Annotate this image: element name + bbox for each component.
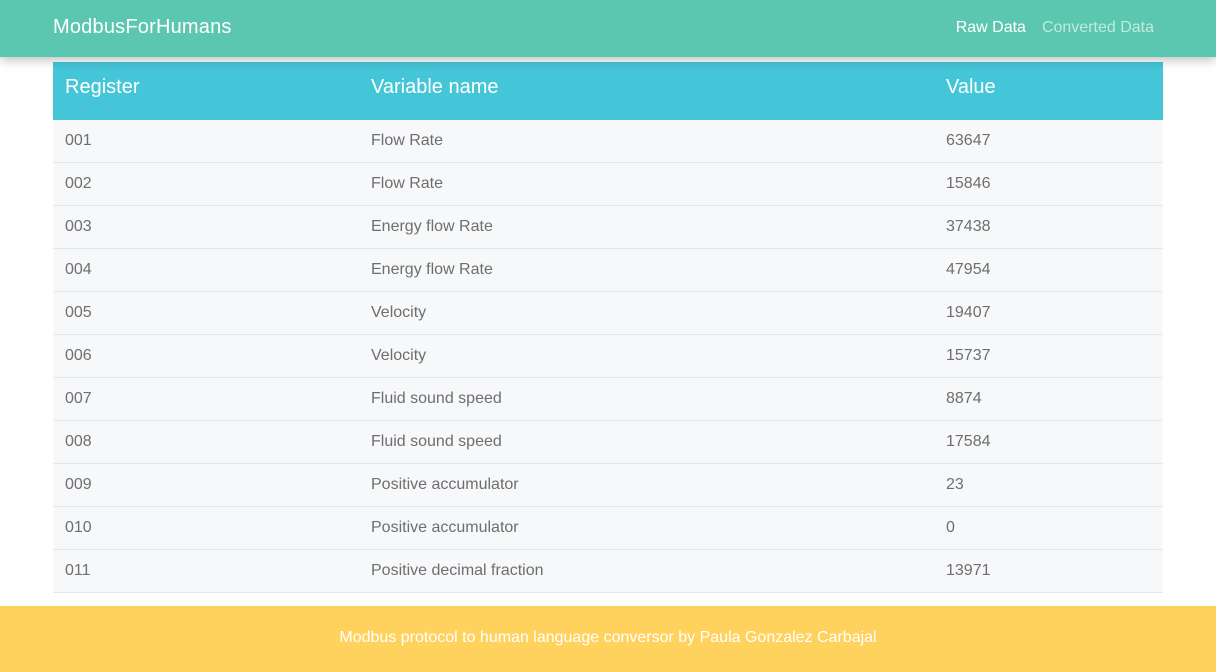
cell-register: 009: [65, 476, 92, 493]
table-row: 007 Fluid sound speed 8874: [53, 378, 1163, 421]
table-row: 008 Fluid sound speed 17584: [53, 421, 1163, 464]
cell-variable-name: Flow Rate: [371, 132, 444, 149]
cell-variable-name: Positive accumulator: [371, 476, 519, 493]
table-row: 001 Flow Rate 63647: [53, 120, 1163, 163]
cell-variable-name: Fluid sound speed: [371, 433, 502, 450]
table-body: 001 Flow Rate 63647 002 Flow Rate 15846 003 Ene…: [53, 120, 1163, 593]
cell-value: 37438: [946, 218, 991, 235]
cell-variable-name: Velocity: [371, 347, 427, 364]
table-row: 011 Positive decimal fraction 13971: [53, 550, 1163, 593]
table-row: 002 Flow Rate 15846: [53, 163, 1163, 206]
cell-register: 010: [65, 519, 92, 536]
cell-value: 15846: [946, 175, 991, 192]
cell-value: 63647: [946, 132, 991, 149]
table-row: 006 Velocity 15737: [53, 335, 1163, 378]
cell-value: 17584: [946, 433, 991, 450]
nav-link-converted-data[interactable]: Converted Data: [1042, 19, 1154, 37]
cell-variable-name: Fluid sound speed: [371, 390, 502, 407]
registers-table: Register Variable name Value 001 Flow Rat…: [53, 62, 1163, 606]
nav-link-raw-data[interactable]: Raw Data: [956, 19, 1026, 37]
header-variable-name: Variable name: [371, 76, 499, 98]
cell-value: 23: [946, 476, 964, 493]
cell-value: 0: [946, 519, 955, 536]
cell-value: 19407: [946, 304, 991, 321]
cell-variable-name: Energy flow Rate: [371, 218, 493, 235]
nav-links: Raw Data Converted Data: [956, 19, 1154, 37]
table-row: 004 Energy flow Rate 47954: [53, 249, 1163, 292]
cell-value: 8874: [946, 390, 982, 407]
cell-register: 001: [65, 132, 92, 149]
cell-value: 13971: [946, 562, 991, 579]
cell-variable-name: Energy flow Rate: [371, 261, 493, 278]
footer: Modbus protocol to human language conver…: [0, 606, 1216, 672]
cell-register: 002: [65, 175, 92, 192]
cell-register: 003: [65, 218, 92, 235]
header-register: Register: [65, 76, 140, 98]
table-row: 005 Velocity 19407: [53, 292, 1163, 335]
cell-register: 006: [65, 347, 92, 364]
footer-text: Modbus protocol to human language conver…: [339, 629, 877, 646]
cell-variable-name: Flow Rate: [371, 175, 444, 192]
cell-register: 008: [65, 433, 92, 450]
cell-register: 005: [65, 304, 92, 321]
cell-variable-name: Positive decimal fraction: [371, 562, 544, 579]
top-navbar: ModbusForHumans Raw Data Converted Data: [0, 0, 1216, 57]
cell-variable-name: Velocity: [371, 304, 427, 321]
table-row: 009 Positive accumulator 23: [53, 464, 1163, 507]
table-header-row: Register Variable name Value: [53, 62, 1163, 120]
table-row: 003 Energy flow Rate 37438: [53, 206, 1163, 249]
table-row: 010 Positive accumulator 0: [53, 507, 1163, 550]
app-page: ModbusForHumans Raw Data Converted Data …: [0, 0, 1216, 672]
header-value: Value: [946, 76, 996, 98]
cell-value: 47954: [946, 261, 991, 278]
brand-title[interactable]: ModbusForHumans: [53, 16, 232, 39]
cell-register: 011: [65, 562, 91, 579]
cell-value: 15737: [946, 347, 991, 364]
cell-variable-name: Positive accumulator: [371, 519, 519, 536]
cell-register: 007: [65, 390, 92, 407]
cell-register: 004: [65, 261, 92, 278]
